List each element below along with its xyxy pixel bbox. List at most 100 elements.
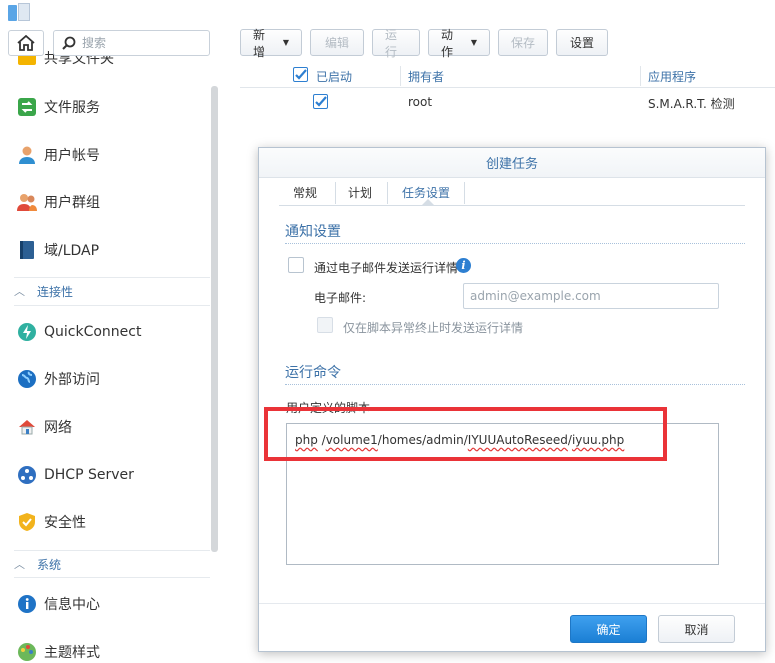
group-icon [16, 191, 38, 213]
sidebar-item-domain-ldap[interactable]: 域/LDAP [0, 230, 210, 270]
dhcp-icon [16, 464, 38, 486]
column-header-application[interactable]: 应用程序 [648, 68, 696, 85]
sidebar-item-file-services[interactable]: 文件服务 [0, 87, 210, 127]
chevron-up-icon: ︿ [14, 558, 25, 571]
tab-separator [464, 182, 465, 204]
user-script-label: 用户定义的脚本 [286, 401, 371, 415]
sidebar-item-quickconnect[interactable]: QuickConnect [0, 312, 210, 352]
create-button[interactable]: 新增 ▼ [240, 28, 302, 59]
action-button[interactable]: 动作 ▼ [428, 28, 490, 59]
sidebar-item-label: DHCP Server [44, 467, 134, 483]
script-token: iyuu.php [571, 433, 625, 447]
script-token: php [295, 433, 318, 447]
sidebar-item-label: 信息中心 [44, 597, 100, 613]
sidebar-item-external-access[interactable]: 外部访问 [0, 359, 210, 399]
send-email-checkbox[interactable] [288, 257, 304, 273]
sidebar-section-label: 系统 [37, 557, 62, 572]
search-icon [62, 36, 76, 50]
column-header-enabled[interactable]: 已启动 [316, 68, 352, 85]
tab-label: 任务设置 [402, 185, 451, 200]
settings-button-label: 设置 [569, 36, 594, 50]
sidebar-item-group[interactable]: 用户群组 [0, 182, 210, 222]
sidebar-item-theme[interactable]: 主题样式 [0, 632, 210, 663]
row-owner: root [408, 95, 433, 109]
sidebar-section-system[interactable]: ︿ 系统 [0, 551, 210, 577]
table-header: 已启动 拥有者 应用程序 [240, 64, 775, 88]
active-tab-indicator [422, 199, 434, 205]
create-button-label: 新增 [253, 27, 266, 59]
control-panel-app-icon [8, 3, 30, 23]
dialog-footer-divider [259, 603, 765, 604]
sidebar-scrollbar[interactable] [211, 86, 218, 552]
security-icon [16, 511, 38, 533]
sidebar-item-dhcp[interactable]: DHCP Server [0, 455, 210, 495]
column-header-owner[interactable]: 拥有者 [408, 68, 444, 85]
theme-icon [16, 641, 38, 663]
sidebar-item-label: 网络 [44, 420, 72, 436]
network-icon [16, 416, 38, 438]
select-all-checkbox[interactable] [293, 67, 308, 82]
nav-divider [14, 577, 210, 578]
external-access-icon [16, 368, 38, 390]
script-token: /homes/admin/ [377, 433, 468, 447]
sidebar-item-security[interactable]: 安全性 [0, 502, 210, 542]
table-row[interactable]: root S.M.A.R.T. 检测 [240, 88, 775, 116]
row-application: S.M.A.R.T. 检测 [648, 97, 735, 111]
sidebar-item-user[interactable]: 用户帐号 [0, 135, 210, 175]
sidebar-item-label: 用户群组 [44, 195, 100, 211]
nav-divider [14, 305, 210, 306]
sidebar-item-label: 外部访问 [44, 372, 100, 388]
script-token: volume1 [325, 433, 378, 447]
column-separator [400, 66, 401, 86]
tab-schedule[interactable]: 计划 [348, 178, 372, 206]
action-button-label: 动作 [441, 27, 454, 59]
notification-settings-title: 通知设置 [285, 224, 341, 240]
script-token: / [317, 433, 326, 447]
sidebar-item-info-center[interactable]: 信息中心 [0, 584, 210, 624]
save-button[interactable]: 保存 [498, 29, 548, 56]
send-email-label: 通过电子邮件发送运行详情 [314, 261, 459, 275]
info-icon[interactable]: i [456, 258, 471, 273]
caret-down-icon: ▼ [470, 38, 477, 47]
save-button-label: 保存 [511, 36, 536, 50]
cancel-button[interactable]: 取消 [658, 615, 735, 643]
section-divider [285, 384, 745, 385]
sidebar-section-label: 连接性 [37, 284, 74, 299]
create-task-dialog: 创建任务 常规 计划 任务设置 通知设置 通过电子邮件发送运行详情 i 电子邮件… [258, 147, 766, 652]
quickconnect-icon [16, 321, 38, 343]
edit-button-label: 编辑 [324, 36, 349, 50]
user-icon [16, 144, 38, 166]
caret-down-icon: ▼ [282, 38, 289, 47]
tab-separator [387, 182, 388, 204]
dialog-tabs: 常规 计划 任务设置 [279, 178, 745, 206]
home-icon [17, 35, 35, 51]
sidebar-item-network[interactable]: 网络 [0, 407, 210, 447]
run-command-title: 运行命令 [285, 365, 341, 381]
only-on-error-checkbox[interactable] [317, 317, 333, 333]
tab-separator [335, 182, 336, 204]
search-input[interactable] [82, 36, 202, 50]
task-table: 已启动 拥有者 应用程序 root S.M.A.R.T. 检测 [240, 64, 775, 116]
sidebar-item-label: 安全性 [44, 515, 86, 531]
sidebar: 共享文件夹 文件服务 用户帐号 用户群组 域/LDAP ︿ 连接性 QuickC… [0, 26, 225, 663]
edit-button[interactable]: 编辑 [310, 29, 364, 56]
home-button[interactable] [8, 30, 44, 56]
settings-button[interactable]: 设置 [556, 29, 608, 56]
chevron-up-icon: ︿ [14, 285, 25, 298]
user-script-textarea[interactable]: php /volume1/homes/admin/IYUUAutoReseed/… [286, 423, 719, 565]
sidebar-section-connectivity[interactable]: ︿ 连接性 [0, 278, 210, 304]
email-label: 电子邮件: [314, 291, 367, 305]
checkmark-icon [315, 96, 327, 107]
sidebar-item-label: 域/LDAP [44, 243, 100, 259]
toolbar: 新增 ▼ 编辑 运行 动作 ▼ 保存 设置 [240, 28, 608, 59]
column-separator [640, 66, 641, 86]
search-box[interactable] [53, 30, 210, 56]
file-services-icon [16, 96, 38, 118]
row-enabled-checkbox[interactable] [313, 94, 328, 109]
sidebar-item-label: 主题样式 [44, 645, 100, 661]
dialog-title-bar[interactable]: 创建任务 [259, 148, 765, 178]
run-button[interactable]: 运行 [372, 28, 420, 59]
tab-general[interactable]: 常规 [293, 178, 317, 206]
ok-button[interactable]: 确定 [570, 615, 647, 643]
email-input[interactable] [463, 283, 719, 309]
